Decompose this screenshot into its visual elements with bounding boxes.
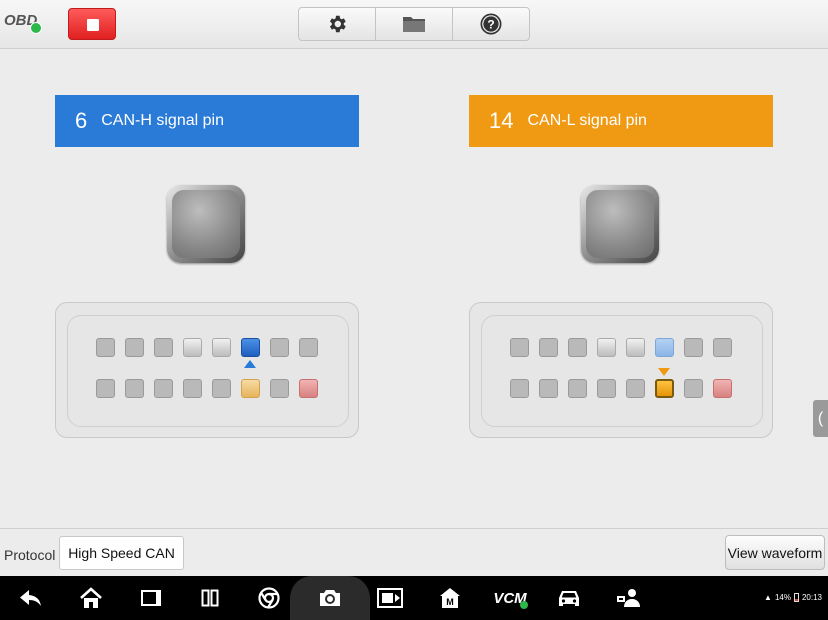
- svg-text:?: ?: [487, 18, 494, 32]
- connector-pin-7: [684, 338, 703, 357]
- can-h-pin-header: 6 CAN-H signal pin: [55, 95, 359, 147]
- home-button[interactable]: [74, 576, 108, 620]
- back-button[interactable]: [14, 576, 48, 620]
- connector-pin-5: [212, 338, 231, 357]
- connector-pin-14: [241, 379, 260, 398]
- split-screen-icon: [201, 589, 219, 607]
- selected-pin-marker-icon: [244, 360, 256, 368]
- vehicle-icon: [559, 591, 579, 606]
- vcm-button[interactable]: VCM: [488, 576, 532, 620]
- obd-connector-can-h: [55, 302, 359, 438]
- folder-icon: [403, 17, 425, 32]
- connector-pin-4: [597, 338, 616, 357]
- can-h-pin-label: CAN-H signal pin: [101, 112, 224, 129]
- connector-pin-15: [684, 379, 703, 398]
- connector-pin-7: [270, 338, 289, 357]
- browser-icon: [258, 587, 280, 609]
- connector-pin-5: [626, 338, 645, 357]
- stop-button[interactable]: [68, 8, 116, 40]
- connector-pin-11: [568, 379, 587, 398]
- connector-pin-4: [183, 338, 202, 357]
- can-l-pin-header: 14 CAN-L signal pin: [469, 95, 773, 147]
- connector-pin-16: [713, 379, 732, 398]
- connector-pin-2: [125, 338, 144, 357]
- user-support-icon: [617, 589, 640, 607]
- help-button[interactable]: ?: [453, 8, 529, 40]
- screen-capture-button[interactable]: [373, 576, 407, 620]
- status-area: ▲ 14% 20:13: [764, 593, 822, 602]
- svg-text:M: M: [446, 597, 454, 607]
- side-drawer-handle[interactable]: (: [813, 400, 828, 437]
- system-navigation-bar: M VCM ▲ 14% 20:13: [0, 576, 828, 620]
- help-icon: ?: [480, 13, 502, 35]
- connector-pin-3: [154, 338, 173, 357]
- connector-pin-6: [241, 338, 260, 357]
- connector-pin-13: [626, 379, 645, 398]
- top-toolbar: OBD ?: [0, 0, 828, 49]
- connector-pin-12: [597, 379, 616, 398]
- wifi-icon: ▲: [764, 593, 772, 602]
- connector-pin-1: [510, 338, 529, 357]
- maxifix-icon: M: [440, 588, 460, 608]
- connector-pin-10: [125, 379, 144, 398]
- bottom-bar: Protocol High Speed CAN View waveform: [0, 528, 828, 577]
- camera-icon: [320, 590, 340, 606]
- side-tab-glyph: (: [817, 409, 824, 427]
- connector-pin-15: [270, 379, 289, 398]
- folder-button[interactable]: [376, 8, 453, 40]
- selected-pin-marker-icon: [658, 368, 670, 376]
- clock: 20:13: [801, 593, 822, 602]
- camera-button[interactable]: [313, 576, 347, 620]
- user-support-button[interactable]: [612, 576, 646, 620]
- view-waveform-button[interactable]: View waveform: [725, 535, 825, 570]
- connector-pin-11: [154, 379, 173, 398]
- connector-pin-3: [568, 338, 587, 357]
- connection-ok-icon: [30, 22, 42, 34]
- protocol-value: High Speed CAN: [59, 536, 184, 570]
- connector-pin-6: [655, 338, 674, 357]
- recent-apps-icon: [141, 590, 161, 606]
- settings-button[interactable]: [299, 8, 376, 40]
- connector-pin-8: [713, 338, 732, 357]
- can-l-signal-indicator: [581, 185, 659, 263]
- recent-apps-button[interactable]: [134, 576, 168, 620]
- connector-pin-13: [212, 379, 231, 398]
- gear-icon: [329, 15, 346, 33]
- can-l-pin-label: CAN-L signal pin: [527, 112, 647, 129]
- connector-pin-10: [539, 379, 558, 398]
- vehicle-button[interactable]: [552, 576, 586, 620]
- connector-pin-9: [96, 379, 115, 398]
- can-l-pin-number: 14: [489, 108, 514, 133]
- maxifix-button[interactable]: M: [433, 576, 467, 620]
- battery-percent: 14%: [774, 593, 791, 602]
- connector-pin-8: [299, 338, 318, 357]
- connector-pin-16: [299, 379, 318, 398]
- can-h-signal-indicator: [167, 185, 245, 263]
- battery-icon: [793, 593, 799, 602]
- protocol-label: Protocol: [4, 547, 56, 563]
- split-screen-button[interactable]: [193, 576, 227, 620]
- browser-button[interactable]: [252, 576, 286, 620]
- connector-pin-12: [183, 379, 202, 398]
- vcm-connected-icon: [520, 601, 528, 609]
- home-icon: [80, 587, 102, 608]
- can-h-pin-number: 6: [75, 108, 88, 133]
- screen-capture-icon: [377, 588, 403, 608]
- connector-pin-1: [96, 338, 115, 357]
- stop-square-icon: [87, 19, 99, 31]
- connector-pin-2: [539, 338, 558, 357]
- connector-pin-9: [510, 379, 529, 398]
- obd-connector-can-l: [469, 302, 773, 438]
- connector-pin-14: [655, 379, 674, 398]
- tool-button-group: ?: [298, 7, 530, 41]
- back-icon: [20, 590, 41, 606]
